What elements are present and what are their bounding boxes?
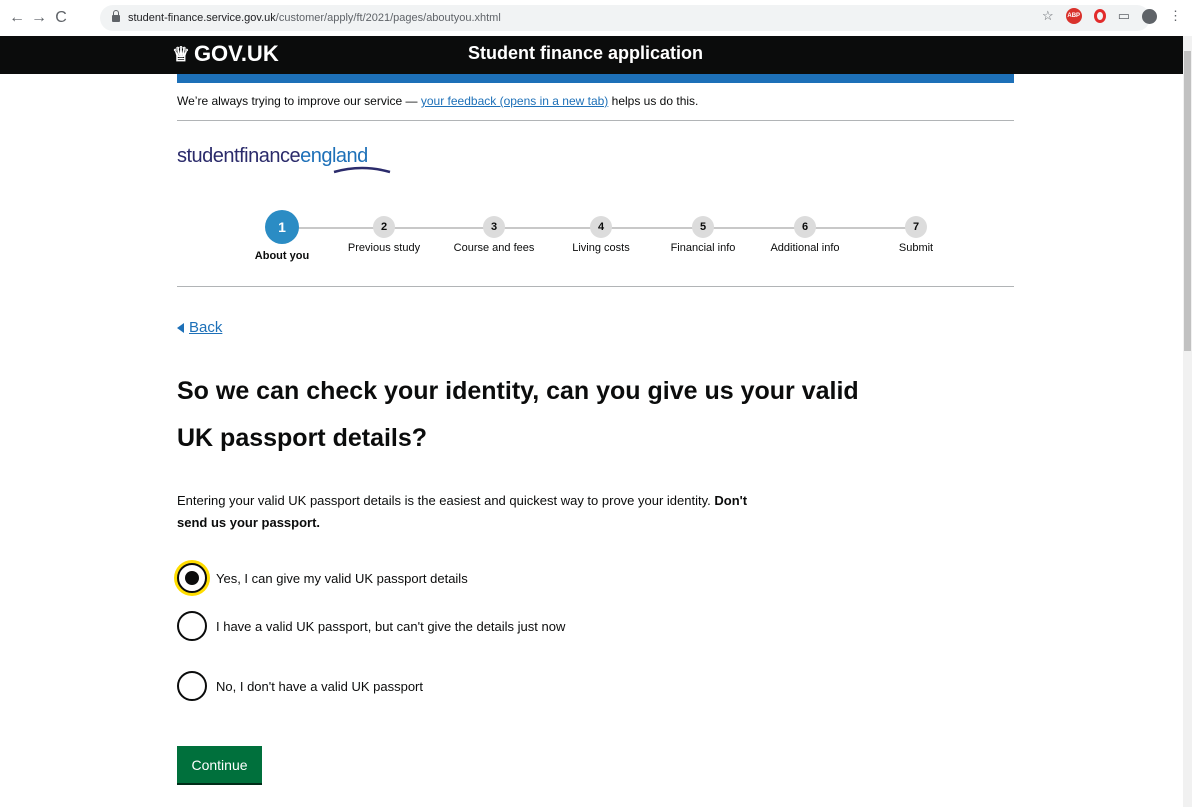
back-link[interactable]: Back [177,319,222,336]
divider [177,286,1014,287]
sfe-logo-text: studentfinance [177,145,301,167]
adblock-icon[interactable]: ABP [1065,8,1082,24]
scrollbar-thumb[interactable] [1184,51,1191,351]
radio-button-checked[interactable] [177,563,207,593]
browser-back-icon[interactable]: ← [6,9,28,27]
lock-icon [112,9,120,23]
radio-option-yes[interactable]: Yes, I can give my valid UK passport det… [177,563,468,593]
radio-button[interactable] [177,611,207,641]
continue-button[interactable]: Continue [177,746,262,783]
step-label: Financial info [670,242,736,254]
service-name[interactable]: Student finance application [468,43,703,64]
step-number: 1 [265,210,299,244]
question-hint: Entering your valid UK passport details … [177,490,777,534]
browser-extensions: ☆ ABP ▭ ⋮ [1042,8,1182,24]
govuk-logo[interactable]: ♕ GOV.UK [172,41,279,67]
reload-icon[interactable]: C [50,9,72,27]
step-number: 7 [905,216,927,238]
url-text[interactable]: student-finance.service.gov.uk/customer/… [128,12,501,24]
feedback-banner: We’re always trying to improve our servi… [177,94,698,108]
bookmark-star-icon[interactable]: ☆ [1042,8,1054,24]
step-previous-study: 2 Previous study [334,205,434,254]
feedback-link[interactable]: your feedback (opens in a new tab) [421,94,608,108]
menu-icon[interactable]: ⋮ [1169,8,1182,24]
feedback-prefix: We’re always trying to improve our servi… [177,94,421,108]
address-bar[interactable]: student-finance.service.gov.uk/customer/… [100,5,1150,31]
step-living-costs: 4 Living costs [551,205,651,254]
step-label: Additional info [770,242,840,254]
govuk-header: ♕ GOV.UK Student finance application [0,36,1183,74]
step-label: Course and fees [453,242,535,254]
step-label: About you [254,250,310,262]
swoosh-icon [333,166,391,174]
opera-icon[interactable] [1093,9,1106,23]
step-label: Living costs [572,242,630,254]
radio-label[interactable]: Yes, I can give my valid UK passport det… [216,571,468,586]
step-submit: 7 Submit [866,205,966,254]
divider [177,120,1014,121]
govuk-logo-text: GOV.UK [193,41,279,66]
step-additional-info: 6 Additional info [755,205,855,254]
back-arrow-icon [177,322,184,333]
step-financial-info: 5 Financial info [653,205,753,254]
radio-option-no[interactable]: No, I don't have a valid UK passport [177,671,423,701]
step-about-you: 1 About you [232,205,332,262]
browser-toolbar: ← → C student-finance.service.gov.uk/cus… [0,0,1192,36]
page-title: So we can check your identity, can you g… [177,377,859,452]
progress-steps: 1 About you 2 Previous study 3 Course an… [177,205,1014,275]
radio-label[interactable]: I have a valid UK passport, but can't gi… [216,619,565,634]
radio-option-later[interactable]: I have a valid UK passport, but can't gi… [177,611,565,641]
cast-icon[interactable]: ▭ [1118,8,1130,24]
scrollbar[interactable] [1183,36,1192,807]
back-link-label: Back [189,319,223,336]
profile-icon[interactable] [1142,8,1157,24]
radio-dot [185,571,199,585]
step-number: 2 [373,216,395,238]
browser-forward-icon[interactable]: → [28,9,50,27]
hint-text: Entering your valid UK passport details … [177,493,715,508]
step-number: 4 [590,216,612,238]
step-label: Previous study [347,242,421,254]
step-number: 6 [794,216,816,238]
feedback-suffix: helps us do this. [608,94,699,108]
crown-icon: ♕ [172,43,190,66]
radio-button[interactable] [177,671,207,701]
step-number: 5 [692,216,714,238]
radio-label[interactable]: No, I don't have a valid UK passport [216,679,423,694]
step-number: 3 [483,216,505,238]
header-blue-bar [177,74,1014,83]
step-label: Submit [898,242,934,254]
step-course-and-fees: 3 Course and fees [444,205,544,254]
